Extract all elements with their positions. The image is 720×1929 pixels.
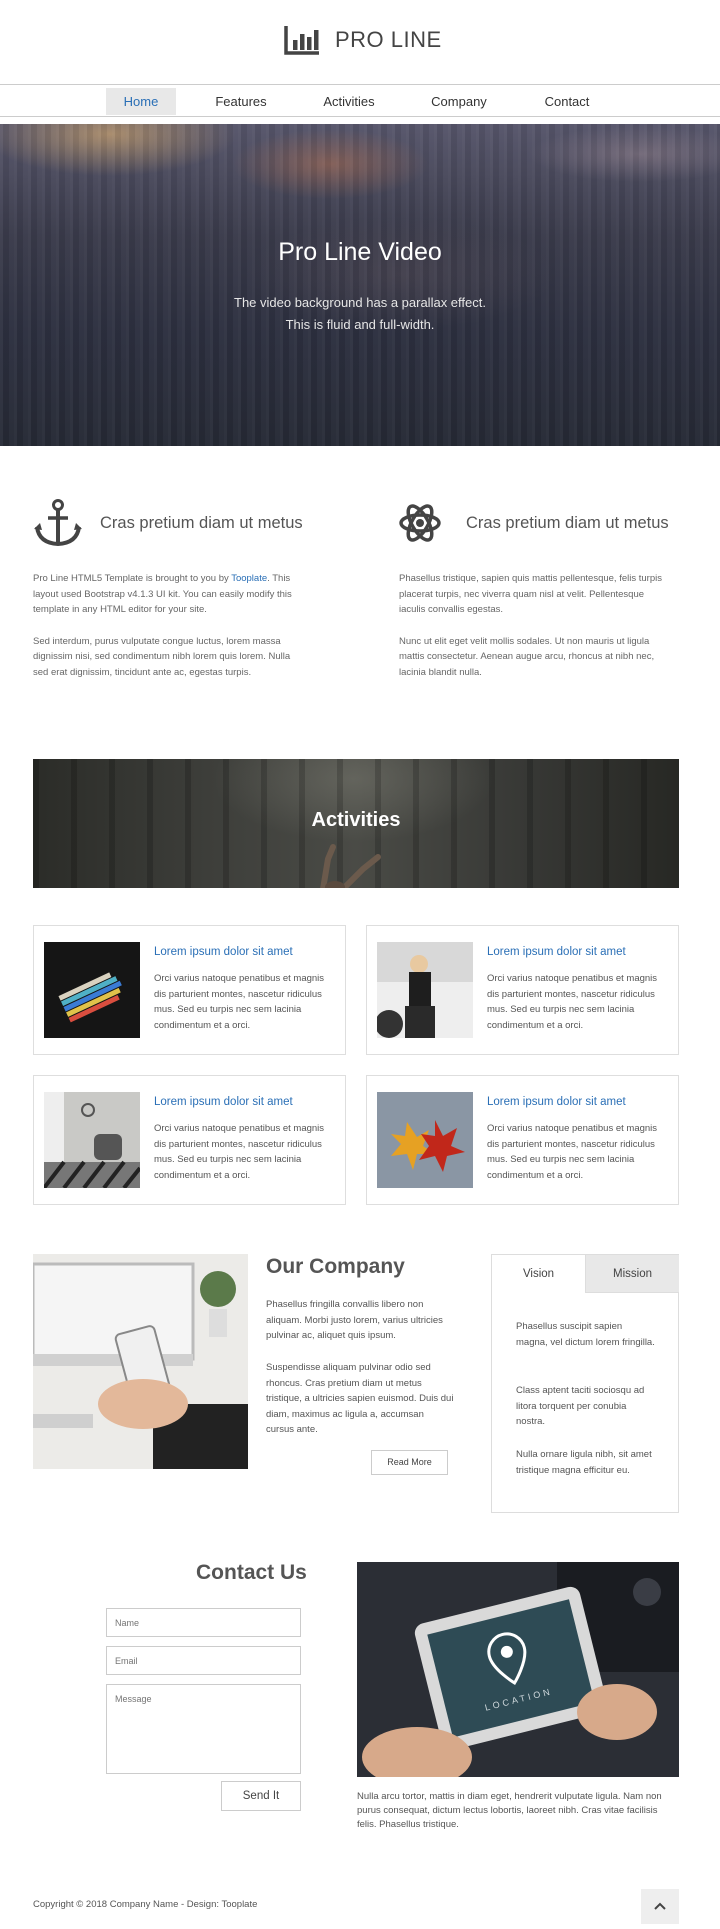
contact-caption: Nulla arcu tortor, mattis in diam eget, … [357, 1791, 662, 1830]
card-image-autumn-leaves [377, 1092, 473, 1188]
nav-item-activities[interactable]: Activities [314, 88, 384, 115]
anchor-icon [34, 499, 82, 547]
name-input[interactable] [106, 1608, 301, 1637]
feature-1-paragraph-2: Sed interdum, purus vulputate congue luc… [33, 635, 291, 678]
main-nav: Home Features Activities Company Contact [0, 84, 720, 117]
card-title[interactable]: Lorem ipsum dolor sit amet [487, 946, 626, 958]
hero-background [0, 124, 720, 446]
email-input[interactable] [106, 1646, 301, 1675]
activity-card-1[interactable]: Lorem ipsum dolor sit amet Orci varius n… [33, 925, 346, 1055]
card-text: Orci varius natoque penatibus et magnis … [487, 973, 658, 1031]
raised-arms-figure [320, 844, 381, 888]
send-button[interactable]: Send It [221, 1781, 301, 1811]
hero-title: Pro Line Video [278, 238, 442, 266]
back-to-top-button[interactable] [641, 1889, 679, 1924]
hero-subtitle-line-2: This is fluid and full-width. [285, 317, 435, 332]
card-text: Orci varius natoque penatibus et magnis … [154, 1123, 325, 1181]
feature-2-paragraph-1: Phasellus tristique, sapien quis mattis … [399, 573, 662, 615]
activity-card-4[interactable]: Lorem ipsum dolor sit amet Orci varius n… [366, 1075, 679, 1205]
company-image [33, 1254, 248, 1469]
read-more-button[interactable]: Read More [371, 1450, 448, 1475]
nav-item-contact[interactable]: Contact [532, 88, 602, 115]
card-text: Orci varius natoque penatibus et magnis … [154, 973, 325, 1031]
card-image-room-chair [44, 1092, 140, 1188]
activity-card-3[interactable]: Lorem ipsum dolor sit amet Orci varius n… [33, 1075, 346, 1205]
brand-name: PRO LINE [335, 27, 442, 52]
feature-2-paragraph-2: Nunc ut elit eget velit mollis sodales. … [399, 635, 655, 678]
feature-2: Cras pretium diam ut metus Phasellus tri… [399, 498, 669, 680]
site-header: PRO LINE [0, 0, 720, 84]
vision-mission-tabs: Vision Mission Phasellus suscipit sapien… [491, 1254, 679, 1513]
card-title[interactable]: Lorem ipsum dolor sit amet [154, 1096, 293, 1108]
message-textarea[interactable] [106, 1684, 301, 1774]
card-image-woman-by-car [377, 942, 473, 1038]
footer-copyright: Copyright © 2018 Company Name - Design: … [33, 1899, 258, 1910]
tab-paragraph-2: Class aptent taciti sociosqu ad litora t… [516, 1385, 645, 1427]
feature-1-text: Pro Line HTML5 Template is brought to yo… [33, 573, 232, 584]
tab-paragraph-1: Phasellus suscipit sapien magna, vel dic… [516, 1321, 655, 1348]
feature-2-title: Cras pretium diam ut metus [466, 513, 669, 532]
chevron-up-icon [654, 1902, 666, 1910]
company-title: Our Company [266, 1255, 405, 1278]
activities-title: Activities [311, 809, 401, 831]
bar-chart-icon [284, 26, 319, 55]
card-title[interactable]: Lorem ipsum dolor sit amet [487, 1096, 626, 1108]
feature-1-title: Cras pretium diam ut metus [100, 513, 303, 532]
feature-1: Cras pretium diam ut metus Pro Line HTML… [33, 498, 303, 680]
hero-subtitle-line-1: The video background has a parallax effe… [234, 295, 486, 310]
card-text: Orci varius natoque penatibus et magnis … [487, 1123, 658, 1181]
tooplate-link[interactable]: Tooplate [231, 573, 267, 584]
atom-icon [399, 504, 441, 542]
nav-item-company[interactable]: Company [424, 88, 494, 115]
activity-card-2[interactable]: Lorem ipsum dolor sit amet Orci varius n… [366, 925, 679, 1055]
tab-paragraph-3: Nulla ornare ligula nibh, sit amet trist… [516, 1449, 652, 1476]
nav-item-features[interactable]: Features [206, 88, 276, 115]
contact-image-tablet: LOCATION [357, 1562, 679, 1777]
company-paragraph-1: Phasellus fringilla convallis libero non… [266, 1299, 443, 1341]
tab-vision[interactable]: Vision [492, 1255, 585, 1293]
hero-video: Pro Line Video The video background has … [0, 124, 720, 446]
activities-banner: Activities [33, 759, 679, 888]
brand-logo[interactable]: PRO LINE [283, 24, 442, 56]
nav-item-home[interactable]: Home [106, 88, 176, 115]
card-title[interactable]: Lorem ipsum dolor sit amet [154, 946, 293, 958]
card-image-paint-swatches [44, 942, 140, 1038]
tab-mission[interactable]: Mission [585, 1255, 679, 1293]
hero-subtitle: The video background has a parallax effe… [0, 292, 720, 336]
feature-1-paragraph-1: Pro Line HTML5 Template is brought to yo… [33, 571, 303, 618]
company-paragraph-2: Suspendisse aliquam pulvinar odio sed rh… [266, 1362, 454, 1435]
contact-title: Contact Us [196, 1561, 307, 1584]
